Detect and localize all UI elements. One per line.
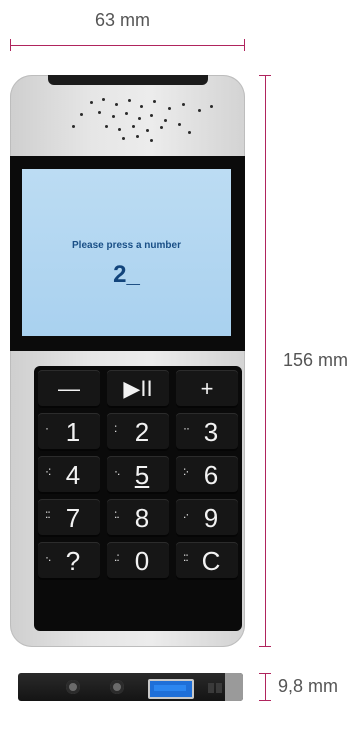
key-7[interactable]: :: 7: [38, 499, 100, 537]
minus-icon: —: [58, 376, 80, 401]
key-label: 6: [203, 459, 219, 490]
key-label: ?: [65, 545, 81, 576]
height-dimension-label: 156 mm: [283, 350, 349, 370]
key-clear[interactable]: :: C: [176, 542, 238, 580]
width-dimension-label: 63 mm: [95, 10, 151, 30]
audio-jack-icon: [66, 680, 80, 694]
braille-dots: :: [114, 421, 118, 435]
braille-dots: ··: [183, 421, 190, 435]
key-1[interactable]: · 1: [38, 413, 100, 451]
key-label: 7: [65, 502, 81, 533]
key-label: 9: [203, 502, 219, 533]
side-end-cap: [225, 673, 243, 701]
depth-dimension-tick-bottom: [259, 700, 271, 701]
key-label: 1: [65, 416, 81, 447]
key-label: C: [201, 545, 221, 576]
keypad: — ▶II + · 1 :2 ·· 3 ·: 4 ·. 5 :· 6 :: 7 :. 8 .·…: [34, 366, 242, 631]
braille-dots: ::: [45, 507, 51, 521]
key-label: 4: [65, 459, 81, 490]
braille-dots: .:: [114, 550, 120, 564]
width-dimension-line: [10, 45, 245, 46]
plus-icon: +: [200, 376, 214, 401]
volume-down-key[interactable]: —: [38, 370, 100, 408]
key-label: 2: [134, 416, 150, 447]
usb-port-icon: [148, 679, 194, 699]
braille-dots: ·:: [45, 464, 51, 478]
key-6[interactable]: :· 6: [176, 456, 238, 494]
depth-dimension-label: 9,8 mm: [278, 676, 339, 696]
play-pause-key[interactable]: ▶II: [107, 370, 169, 408]
key-8[interactable]: :. 8: [107, 499, 169, 537]
volume-up-key[interactable]: +: [176, 370, 238, 408]
braille-dots: ·: [45, 421, 49, 435]
key-label: 8: [134, 502, 150, 533]
screen-entry-value: 2_: [113, 261, 140, 288]
key-9[interactable]: .· 9: [176, 499, 238, 537]
screen-prompt-text: Please press a number: [72, 240, 181, 251]
width-dimension-tick-right: [244, 39, 245, 51]
height-dimension-tick-bottom: [259, 646, 271, 647]
depth-dimension-tick-top: [259, 673, 271, 674]
braille-dots: :·: [183, 464, 189, 478]
key-5[interactable]: ·. 5: [107, 456, 169, 494]
depth-dimension-line: [265, 673, 266, 701]
height-dimension-tick-top: [259, 75, 271, 76]
key-4[interactable]: ·: 4: [38, 456, 100, 494]
device-body: Please press a number 2_ — ▶II + · 1 :2 ·…: [10, 75, 245, 647]
speaker-grille-icon: [60, 95, 220, 145]
key-2[interactable]: :2: [107, 413, 169, 451]
braille-dots: ·.: [45, 550, 51, 564]
play-pause-icon: ▶II: [123, 376, 153, 401]
key-0[interactable]: .: 0: [107, 542, 169, 580]
device-top-bar: [48, 75, 208, 85]
key-label: 3: [203, 416, 219, 447]
braille-dots: ·.: [114, 464, 120, 478]
device-side-view: [18, 673, 243, 701]
display-bezel: Please press a number 2_: [10, 156, 245, 351]
key-label: 0: [134, 545, 150, 576]
width-dimension-tick-left: [10, 39, 11, 51]
side-latch: [208, 683, 214, 693]
braille-dots: .·: [183, 507, 189, 521]
braille-dots: ::: [183, 550, 189, 564]
audio-jack-icon: [110, 680, 124, 694]
key-3[interactable]: ·· 3: [176, 413, 238, 451]
height-dimension-line: [265, 75, 266, 647]
display-screen: Please press a number 2_: [22, 169, 231, 336]
key-label: 5: [134, 459, 150, 490]
braille-dots: :.: [114, 507, 120, 521]
key-question[interactable]: ·.?: [38, 542, 100, 580]
product-dimension-illustration: 63 mm 156 mm 9,8 mm Please press a numbe…: [0, 0, 358, 731]
side-latch: [216, 683, 222, 693]
